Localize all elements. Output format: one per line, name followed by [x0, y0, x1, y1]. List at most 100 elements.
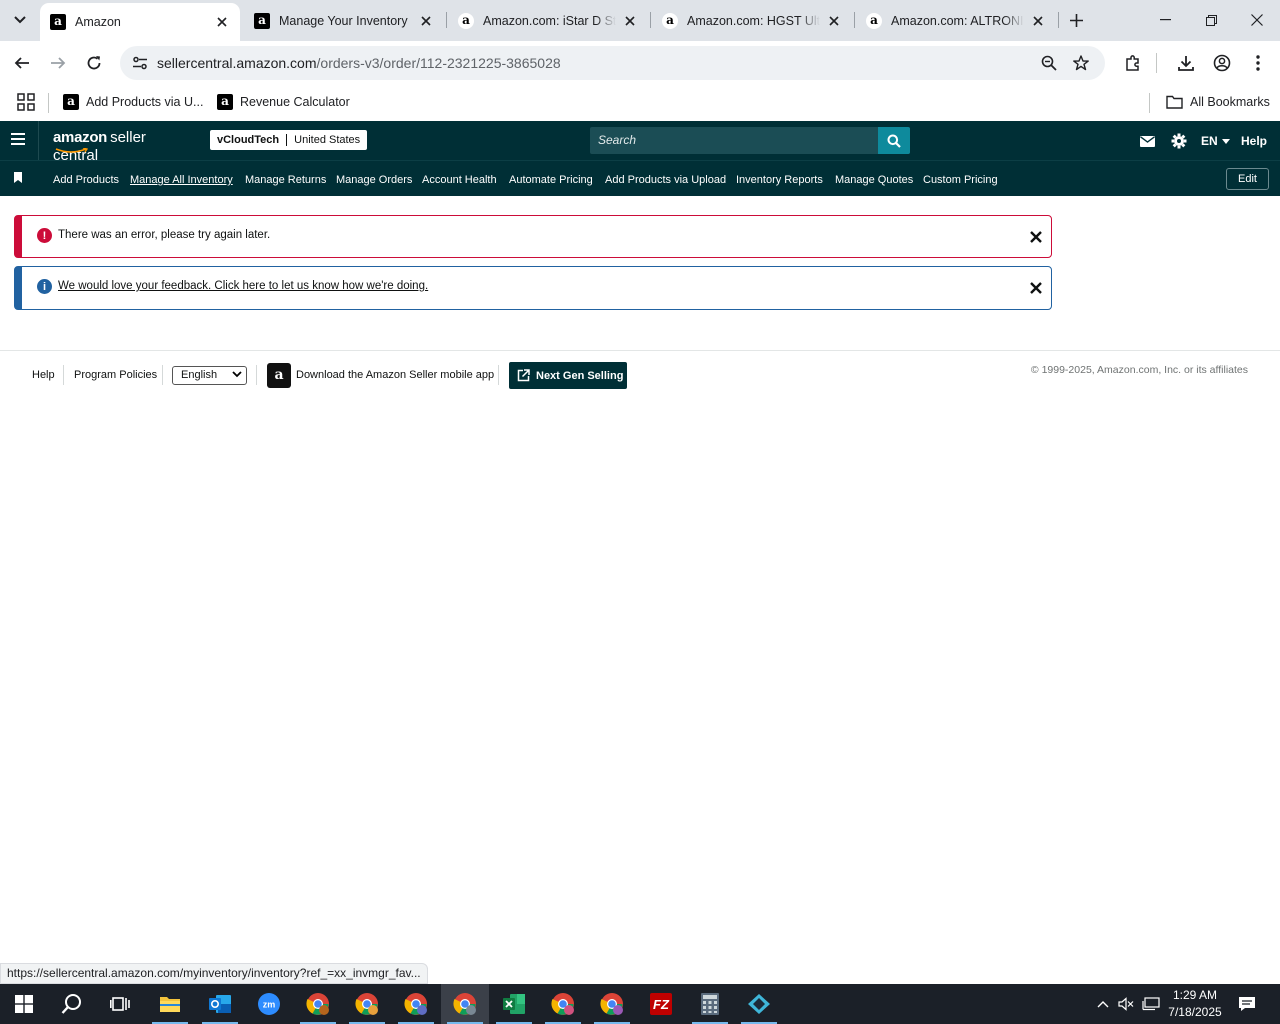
taskbar-chrome-5[interactable]	[588, 984, 636, 1024]
start-button[interactable]	[0, 984, 48, 1024]
browser-menu-button[interactable]	[1244, 49, 1272, 77]
browser-tab-altronix[interactable]: a Amazon.com: ALTRONIX	[856, 5, 1056, 36]
close-tab-icon[interactable]	[1030, 13, 1046, 29]
zoom-icon[interactable]	[1038, 52, 1060, 74]
nav-manage-all-inventory[interactable]: Manage All Inventory	[130, 174, 233, 186]
footer-separator	[63, 365, 64, 385]
extensions-button[interactable]	[1119, 49, 1147, 77]
show-hidden-icons-button[interactable]	[1094, 984, 1112, 1024]
close-window-button[interactable]	[1234, 0, 1280, 40]
downloads-button[interactable]	[1172, 49, 1200, 77]
taskbar-filezilla[interactable]: FZ	[637, 984, 685, 1024]
taskbar-clock[interactable]: 1:29 AM 7/18/2025	[1160, 987, 1230, 1021]
next-gen-selling-button[interactable]: Next Gen Selling	[509, 362, 627, 389]
volume-button[interactable]	[1116, 984, 1136, 1024]
taskbar-file-explorer[interactable]	[146, 984, 194, 1024]
tab-search-button[interactable]	[6, 7, 34, 33]
minimize-button[interactable]	[1142, 0, 1188, 40]
close-tab-icon[interactable]	[622, 13, 638, 29]
folder-icon	[160, 997, 180, 1012]
close-icon[interactable]	[1029, 281, 1043, 295]
all-bookmarks-button[interactable]: All Bookmarks	[1166, 92, 1270, 112]
account-divider	[286, 134, 288, 146]
nav-add-products-via-upload[interactable]: Add Products via Upload	[605, 174, 726, 186]
error-alert: ! There was an error, please try again l…	[14, 215, 1052, 258]
nav-manage-quotes[interactable]: Manage Quotes	[835, 174, 913, 186]
forward-button[interactable]	[44, 49, 72, 77]
address-bar[interactable]: sellercentral.amazon.com/orders-v3/order…	[120, 46, 1105, 80]
taskbar-chrome-2[interactable]	[343, 984, 391, 1024]
reload-icon	[87, 56, 101, 70]
bookmark-icon[interactable]	[14, 172, 22, 183]
header-divider	[38, 121, 39, 160]
taskbar-search-button[interactable]	[48, 984, 96, 1024]
network-button[interactable]	[1140, 984, 1162, 1024]
close-tab-icon[interactable]	[418, 13, 434, 29]
footer-divider	[0, 350, 1280, 351]
restore-button[interactable]	[1188, 0, 1234, 40]
taskbar-chrome-4[interactable]	[539, 984, 587, 1024]
nav-custom-pricing[interactable]: Custom Pricing	[923, 174, 998, 186]
taskbar-zoom[interactable]: zm	[245, 984, 293, 1024]
seller-search-input[interactable]: Search	[590, 127, 910, 154]
hamburger-menu-icon[interactable]	[11, 133, 27, 147]
close-tab-icon[interactable]	[214, 14, 230, 30]
new-tab-button[interactable]	[1064, 8, 1088, 32]
back-button[interactable]	[8, 49, 36, 77]
bookmark-add-products[interactable]: a Add Products via U...	[63, 92, 203, 112]
chrome-icon	[306, 993, 329, 1015]
site-info-icon[interactable]	[128, 51, 152, 75]
search-button[interactable]	[878, 127, 910, 154]
browser-tab-manage-inventory[interactable]: a Manage Your Inventory	[244, 5, 444, 36]
nav-edit-button[interactable]: Edit	[1226, 168, 1269, 190]
apps-grid-icon[interactable]	[16, 92, 36, 112]
footer-language-select[interactable]: English	[172, 366, 247, 385]
nav-manage-orders[interactable]: Manage Orders	[336, 174, 412, 186]
taskbar-outlook[interactable]	[196, 984, 244, 1024]
taskbar-chrome-3[interactable]	[392, 984, 440, 1024]
search-icon	[887, 134, 901, 148]
calculator-icon	[701, 993, 719, 1015]
amazon-seller-app-icon[interactable]: a	[267, 363, 291, 388]
profile-button[interactable]	[1208, 49, 1236, 77]
bookmark-revenue-calculator[interactable]: a Revenue Calculator	[217, 92, 350, 112]
taskbar-chrome-active[interactable]	[441, 984, 489, 1024]
all-bookmarks-label: All Bookmarks	[1190, 95, 1270, 109]
seller-central-logo[interactable]: amazon seller central	[53, 129, 193, 164]
nav-automate-pricing[interactable]: Automate Pricing	[509, 174, 593, 186]
task-view-button[interactable]	[96, 984, 144, 1024]
close-tab-icon[interactable]	[826, 13, 842, 29]
notifications-button[interactable]	[1236, 984, 1258, 1024]
footer-app-download-link[interactable]: Download the Amazon Seller mobile app	[296, 369, 494, 381]
nav-inventory-reports[interactable]: Inventory Reports	[736, 174, 823, 186]
amazon-favicon-icon: a	[866, 12, 882, 29]
settings-button[interactable]	[1171, 131, 1187, 151]
feedback-link[interactable]: We would love your feedback. Click here …	[58, 280, 428, 292]
account-switcher[interactable]: vCloudTech United States	[210, 130, 368, 150]
taskbar-calculator[interactable]	[686, 984, 734, 1024]
seller-nav-bar: Add Products Manage All Inventory Manage…	[0, 160, 1280, 196]
close-icon[interactable]	[1029, 230, 1043, 244]
zoom-app-icon: zm	[258, 993, 280, 1015]
taskbar-app-diamond[interactable]	[735, 984, 783, 1024]
footer-help-link[interactable]: Help	[32, 369, 55, 381]
excel-icon	[503, 994, 525, 1014]
seller-central-header: amazon seller central vCloudTech United S…	[0, 121, 1280, 164]
nav-add-products[interactable]: Add Products	[53, 174, 119, 186]
browser-tab-amazon[interactable]: a Amazon	[40, 3, 240, 41]
chevron-down-icon	[14, 16, 26, 24]
footer-program-policies-link[interactable]: Program Policies	[74, 369, 157, 381]
messages-button[interactable]	[1140, 131, 1155, 151]
bookmark-star-icon[interactable]	[1070, 52, 1092, 74]
nav-account-health[interactable]: Account Health	[422, 174, 497, 186]
reload-button[interactable]	[80, 49, 108, 77]
language-selector[interactable]: EN	[1201, 131, 1230, 151]
bookmark-label: Revenue Calculator	[240, 95, 350, 109]
browser-tab-hgst[interactable]: a Amazon.com: HGST Ultrastar	[652, 5, 852, 36]
help-link[interactable]: Help	[1241, 131, 1267, 151]
svg-text:FZ: FZ	[653, 997, 670, 1012]
taskbar-excel[interactable]	[490, 984, 538, 1024]
nav-manage-returns[interactable]: Manage Returns	[245, 174, 326, 186]
browser-tab-istar[interactable]: a Amazon.com: iStar D Storage	[448, 5, 648, 36]
taskbar-chrome-1[interactable]	[294, 984, 342, 1024]
